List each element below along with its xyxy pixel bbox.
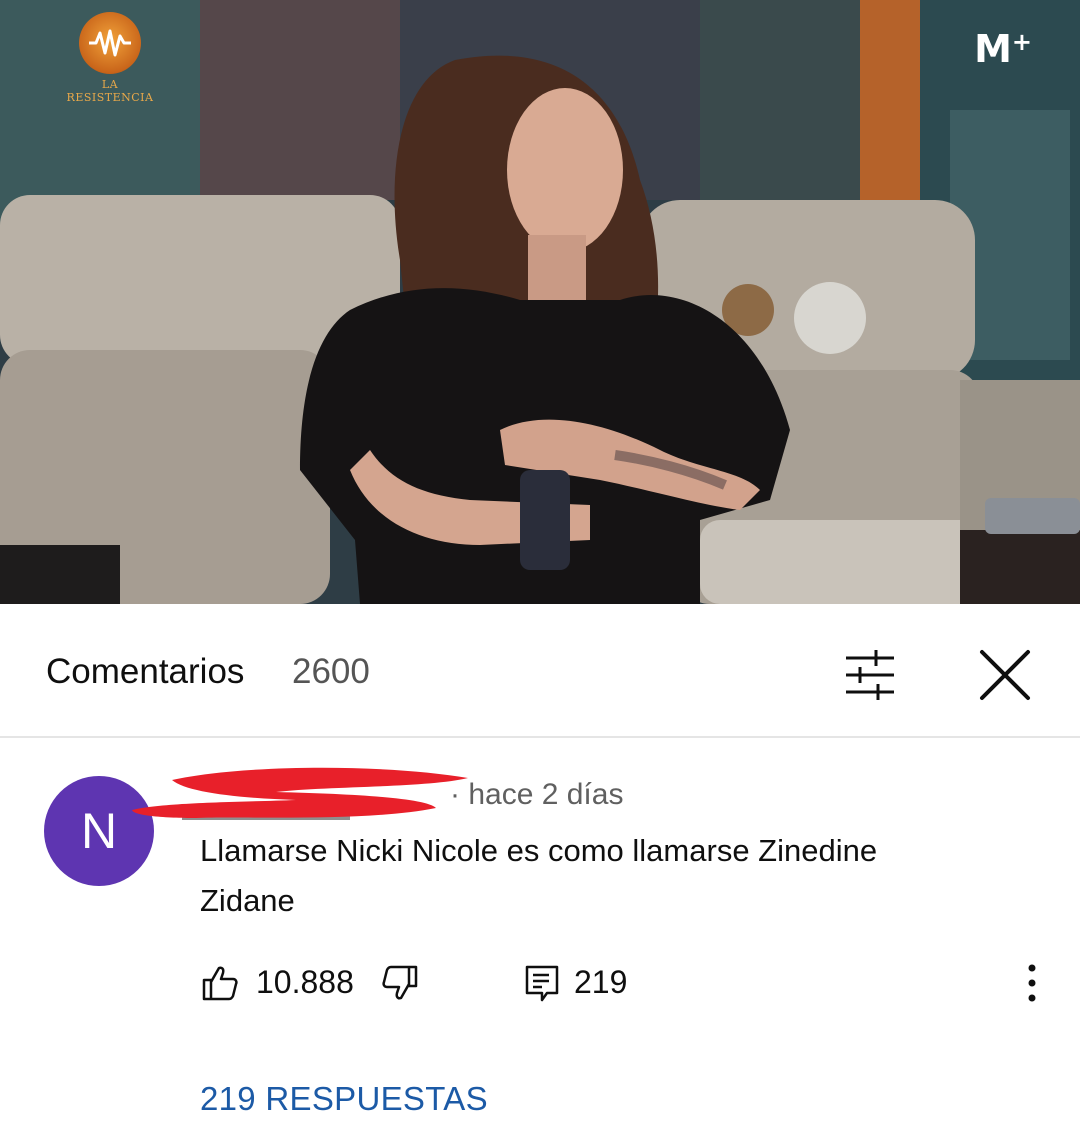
thumbs-down-icon xyxy=(382,965,418,1000)
waveform-icon xyxy=(79,12,141,74)
close-icon[interactable] xyxy=(972,642,1038,708)
sort-filter-icon[interactable] xyxy=(838,646,902,704)
comments-count: 2600 xyxy=(292,652,370,691)
channel-logo-plus: + xyxy=(1011,28,1032,56)
comments-title: Comentarios xyxy=(46,652,245,691)
comments-header: Comentarios 2600 xyxy=(0,604,1080,738)
show-logo: LA RESISTENCIA xyxy=(62,12,158,104)
comment-actions: 10.888 219 xyxy=(200,958,1060,1008)
more-options-icon[interactable] xyxy=(1012,958,1052,1008)
dislike-button[interactable] xyxy=(380,958,420,1008)
comment-item: N ▬▬▬▬▬▬ · hace 2 días Llamarse Nicki Ni… xyxy=(0,740,1080,1130)
channel-logo-letter: M xyxy=(974,27,1012,71)
comment-timestamp: · hace 2 días xyxy=(450,778,624,811)
reply-count: 219 xyxy=(574,964,628,1000)
view-replies-link[interactable]: 219 RESPUESTAS xyxy=(200,1080,488,1118)
thumbs-up-icon xyxy=(202,966,238,1001)
reply-button[interactable] xyxy=(522,958,562,1008)
comment-text: Llamarse Nicki Nicole es como llamarse Z… xyxy=(200,833,878,918)
avatar-letter: N xyxy=(80,803,118,859)
show-logo-text: LA RESISTENCIA xyxy=(66,78,154,104)
video-frame-image xyxy=(0,0,1080,604)
like-button[interactable] xyxy=(200,958,240,1008)
like-count: 10.888 xyxy=(256,964,354,1000)
comment-reply-icon xyxy=(525,965,559,1002)
channel-logo: M+ xyxy=(974,30,1032,68)
redacted-username: ▬▬▬▬▬▬ xyxy=(132,767,468,826)
video-player[interactable]: LA RESISTENCIA M+ xyxy=(0,0,1080,604)
